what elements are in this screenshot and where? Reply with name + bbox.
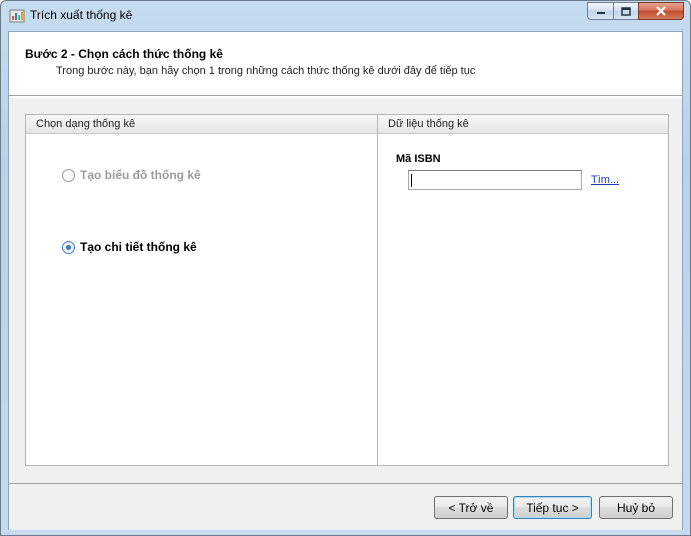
statistics-type-panel-title: Chọn dạng thống kê (26, 115, 377, 134)
radio-detail-label: Tạo chi tiết thống kê (80, 240, 197, 254)
radio-detail-option[interactable]: Tạo chi tiết thống kê (62, 240, 197, 254)
statistics-type-panel: Chọn dạng thống kê Tạo biểu đồ thống kê … (25, 114, 378, 466)
isbn-input[interactable] (408, 170, 582, 190)
wizard-header: Bước 2 - Chọn cách thức thống kê Trong b… (9, 32, 682, 96)
back-button[interactable]: < Trở về (434, 496, 508, 519)
wizard-body: Chọn dạng thống kê Tạo biểu đồ thống kê … (9, 98, 682, 483)
maximize-icon (621, 6, 631, 16)
app-icon (9, 9, 25, 23)
wizard-footer: < Trở về Tiếp tục > Huỷ bỏ (9, 483, 682, 530)
cancel-button[interactable]: Huỷ bỏ (599, 496, 673, 519)
maximize-button[interactable] (613, 2, 638, 20)
text-caret (411, 174, 412, 187)
find-link[interactable]: Tìm... (591, 174, 619, 186)
dialog-window: Trích xuất thống kê Bước 2 - Chọn cách t… (0, 0, 691, 536)
statistics-data-panel-title: Dữ liệu thống kê (378, 115, 668, 134)
radio-chart-label: Tạo biểu đồ thống kê (80, 168, 201, 182)
radio-chart-option[interactable]: Tạo biểu đồ thống kê (62, 168, 201, 182)
radio-chart-button[interactable] (62, 168, 75, 182)
header-divider (9, 95, 682, 97)
step-description: Trong bước này, bạn hãy chọn 1 trong nhữ… (56, 65, 476, 77)
isbn-label: Mã ISBN (396, 153, 441, 165)
minimize-icon (596, 12, 605, 14)
radio-detail-button[interactable] (62, 240, 75, 254)
title-bar[interactable]: Trích xuất thống kê (1, 1, 690, 31)
step-title: Bước 2 - Chọn cách thức thống kê (25, 47, 223, 61)
minimize-button[interactable] (587, 2, 613, 20)
close-icon (656, 6, 666, 16)
window-title: Trích xuất thống kê (30, 8, 133, 22)
dialog-client: Bước 2 - Chọn cách thức thống kê Trong b… (8, 31, 683, 530)
close-button[interactable] (638, 2, 684, 20)
statistics-data-panel: Dữ liệu thống kê Mã ISBN Tìm... (377, 114, 669, 466)
next-button[interactable]: Tiếp tục > (513, 496, 592, 519)
